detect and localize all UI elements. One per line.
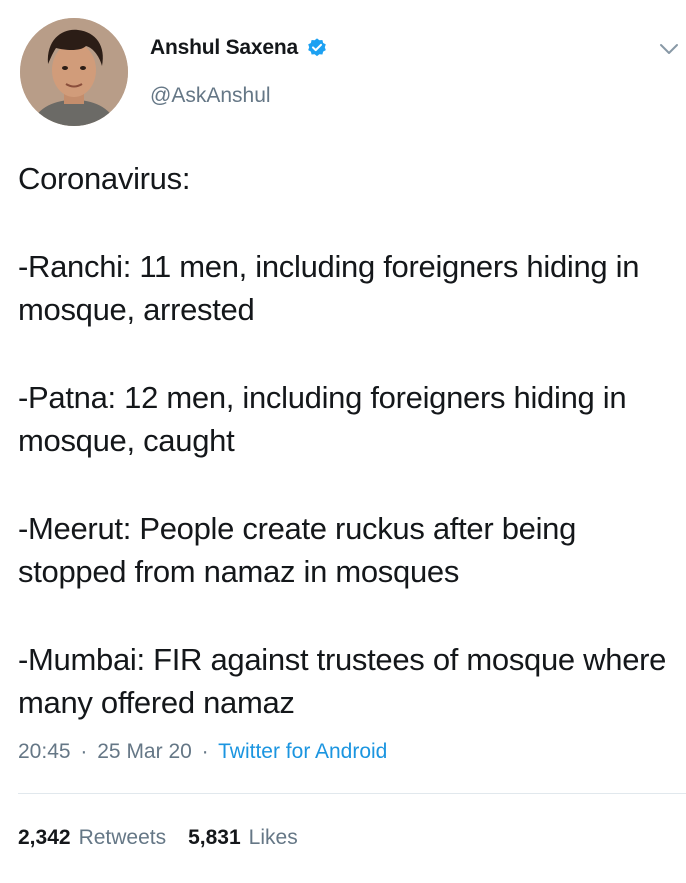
tweet-paragraph: -Meerut: People create ruckus after bein… [18,511,577,589]
tweet-card: Anshul Saxena @AskAnshul Coronavirus: -R… [0,0,686,883]
tweet-paragraph: Coronavirus: [18,161,191,196]
tweet-time[interactable]: 20:45 [18,740,71,763]
tweet-paragraph: -Mumbai: FIR against trustees of mosque … [18,642,667,720]
likes-stat[interactable]: 5,831 Likes [188,826,298,850]
author-handle[interactable]: @AskAnshul [150,84,271,108]
avatar[interactable] [20,18,128,126]
verified-badge-icon [308,38,326,57]
tweet-text: Coronavirus: -Ranchi: 11 men, including … [18,157,686,769]
tweet-paragraph: -Ranchi: 11 men, including foreigners hi… [18,249,640,327]
chevron-down-icon[interactable] [656,36,682,62]
meta-separator: · [201,740,209,763]
tweet-source-link[interactable]: Twitter for Android [218,740,387,763]
meta-separator: · [80,740,88,763]
retweets-label: Retweets [78,826,167,849]
tweet-stats: 2,342 Retweets 5,831 Likes [18,826,298,850]
author-name-row[interactable]: Anshul Saxena [150,36,328,60]
tweet-meta: 20:45 · 25 Mar 20 · Twitter for Android [18,740,387,764]
tweet-paragraph: -Patna: 12 men, including foreigners hid… [18,380,627,458]
divider [18,793,686,794]
retweets-count: 2,342 [18,826,71,849]
author-name[interactable]: Anshul Saxena [150,36,298,60]
retweets-stat[interactable]: 2,342 Retweets [18,826,166,850]
likes-count: 5,831 [188,826,241,849]
tweet-date[interactable]: 25 Mar 20 [97,740,192,763]
likes-label: Likes [248,826,298,849]
